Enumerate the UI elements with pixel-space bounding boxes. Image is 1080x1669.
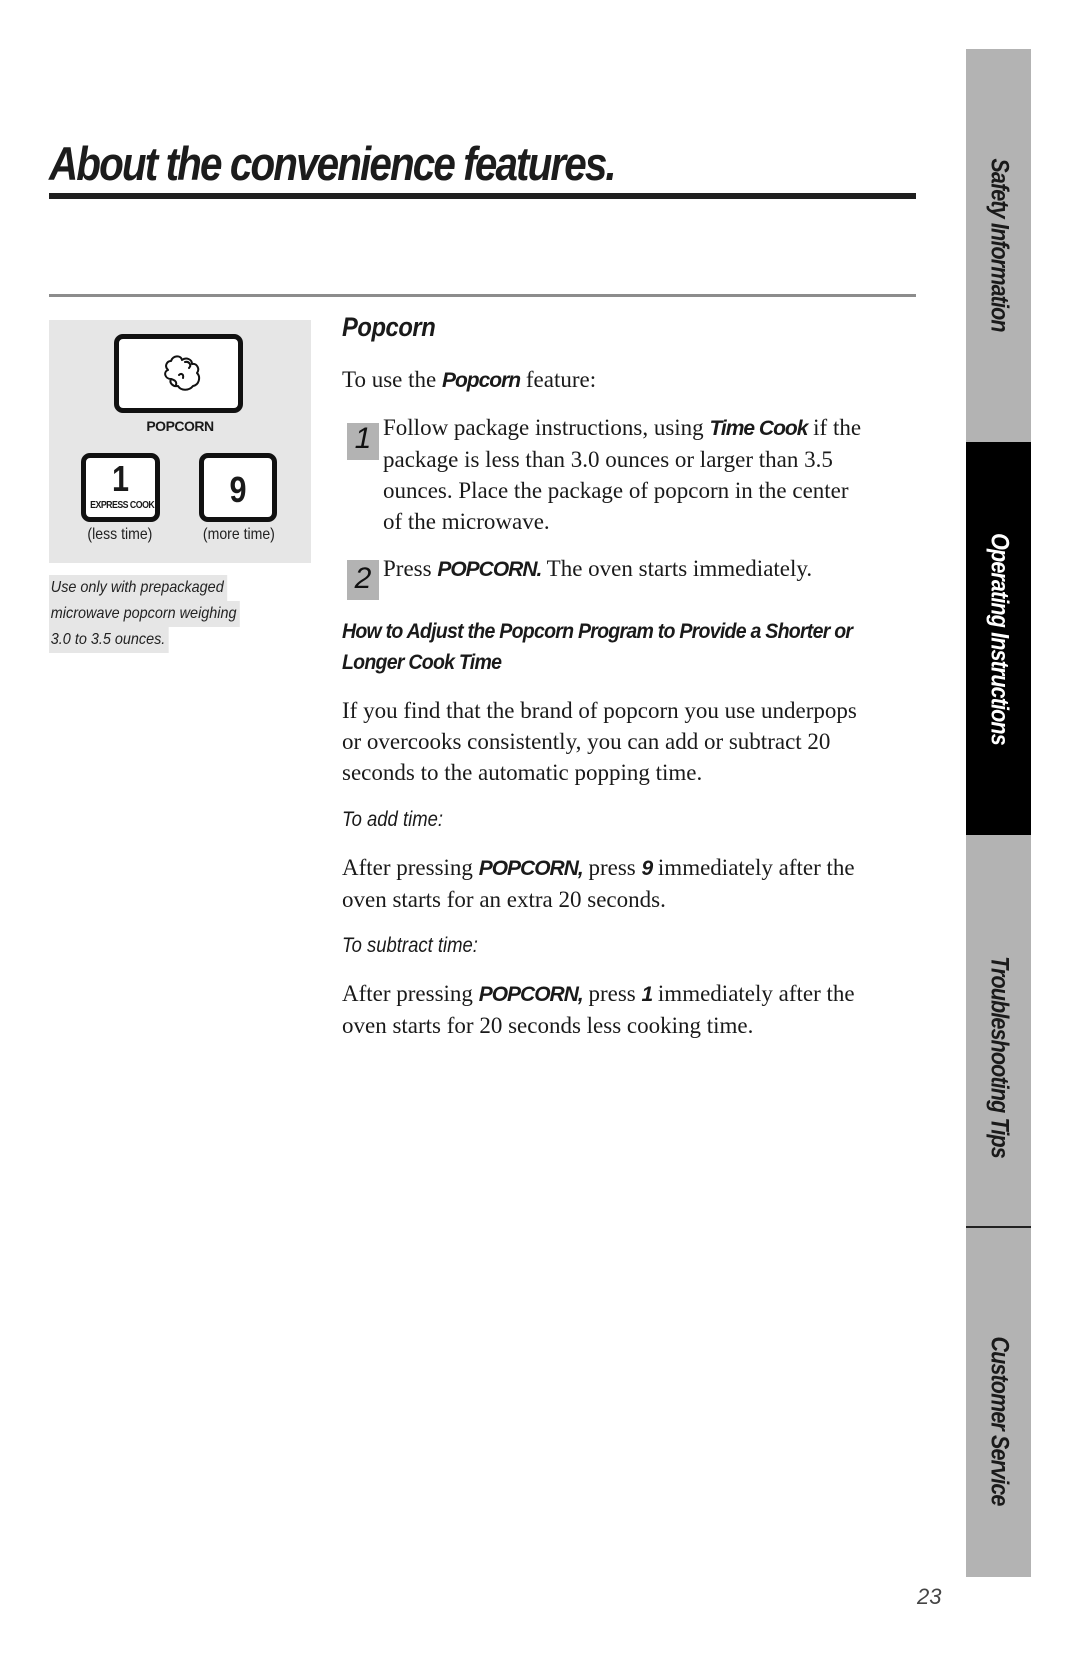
- popcorn-key-label: POPCORN: [146, 418, 214, 434]
- text-run: if the: [807, 415, 862, 440]
- intro-after: feature:: [520, 367, 597, 392]
- section-heading: Popcorn: [342, 312, 436, 342]
- text-run: immediately after the: [652, 981, 855, 1006]
- step-1-line: ounces. Place the package of popcorn in …: [383, 478, 849, 503]
- intro-text: To use the Popcorn feature:: [342, 364, 596, 396]
- text-run: immediately after the: [652, 855, 855, 880]
- tab-label-text: Safety Information: [985, 158, 1013, 332]
- add-time-paragraph: After pressing POPCORN, press 9 immediat…: [342, 852, 855, 915]
- text-run: After pressing: [342, 981, 479, 1006]
- step-1-line: Follow package instructions, using Time …: [383, 412, 861, 444]
- tab-label: Operating Instructions: [984, 515, 1013, 761]
- step-1-badge: 1: [347, 422, 379, 460]
- tab-label: Safety Information: [984, 144, 1013, 345]
- popcorn-emphasis: POPCORN,: [478, 857, 584, 880]
- tab-operating-instructions[interactable]: Operating Instructions: [966, 442, 1031, 835]
- key-9-number: 9: [229, 469, 247, 510]
- page-number: 23: [917, 1584, 942, 1609]
- key-9: 9: [199, 453, 277, 522]
- text-run: After pressing: [342, 855, 479, 880]
- tab-label: Customer Service: [984, 1323, 1013, 1520]
- key-emphasis: 9: [641, 857, 653, 880]
- popcorn-emphasis: POPCORN.: [437, 558, 542, 581]
- note-line: microwave popcorn weighing: [49, 601, 241, 627]
- text-run: press: [582, 855, 642, 880]
- step-1-line: of the microwave.: [383, 509, 550, 534]
- tab-label-text: Troubleshooting Tips: [985, 956, 1013, 1158]
- step-2-number: 2: [354, 562, 372, 595]
- adjust-heading: How to Adjust the Popcorn Program to Pro…: [342, 616, 853, 678]
- popcorn-key: [114, 334, 243, 413]
- paragraph-line: oven starts for 20 seconds less cooking …: [342, 1013, 754, 1038]
- page-title: About the convenience features.: [49, 137, 617, 190]
- step-2-text: Press POPCORN. The oven starts immediate…: [383, 553, 812, 585]
- tab-label-text: Operating Instructions: [985, 532, 1013, 745]
- adjust-heading-line: How to Adjust the Popcorn Program to Pro…: [342, 620, 853, 643]
- step-1-number: 1: [354, 422, 372, 455]
- less-time-caption: (less time): [87, 526, 153, 543]
- paragraph-line: After pressing POPCORN, press 9 immediat…: [342, 852, 855, 884]
- tab-safety-information[interactable]: Safety Information: [966, 49, 1031, 442]
- tab-customer-service[interactable]: Customer Service: [966, 1228, 1031, 1577]
- subtract-time-paragraph: After pressing POPCORN, press 1 immediat…: [342, 978, 855, 1041]
- note-line: Use only with prepackaged: [49, 575, 228, 601]
- tab-label-text: Customer Service: [985, 1336, 1013, 1506]
- section-divider: [49, 294, 916, 297]
- note-line: 3.0 to 3.5 ounces.: [49, 627, 169, 653]
- section-tabs: Safety Information Operating Instruction…: [966, 49, 1031, 1577]
- weight-note: Use only with prepackaged microwave popc…: [49, 575, 294, 653]
- title-rule: [49, 193, 916, 199]
- tab-label: Troubleshooting Tips: [984, 940, 1013, 1175]
- intro-emphasis: Popcorn: [441, 369, 521, 392]
- paragraph-line: seconds to the automatic popping time.: [342, 760, 703, 785]
- adjust-paragraph: If you find that the brand of popcorn yo…: [342, 695, 857, 788]
- key-1-express-cook: 1 EXPRESS COOK: [81, 453, 160, 522]
- intro-before: To use the: [342, 367, 442, 392]
- step-1-text: Follow package instructions, using Time …: [383, 412, 861, 537]
- paragraph-line: If you find that the brand of popcorn yo…: [342, 698, 857, 723]
- adjust-heading-line: Longer Cook Time: [342, 651, 502, 674]
- popcorn-icon: [164, 355, 201, 391]
- text-run: The oven starts immediately.: [541, 556, 813, 581]
- time-cook-emphasis: Time Cook: [709, 417, 808, 440]
- text-run: Press: [383, 556, 438, 581]
- step-1-line: package is less than 3.0 ounces or large…: [383, 447, 833, 472]
- popcorn-emphasis: POPCORN,: [478, 983, 584, 1006]
- key-1-sublabel: EXPRESS COOK: [90, 500, 155, 511]
- key-illustration-panel: POPCORN 1 EXPRESS COOK 9 (less time) (mo…: [49, 320, 311, 563]
- tab-troubleshooting-tips[interactable]: Troubleshooting Tips: [966, 835, 1031, 1226]
- step-2-badge: 2: [347, 560, 379, 600]
- text-run: press: [582, 981, 642, 1006]
- key-emphasis: 1: [641, 983, 653, 1006]
- paragraph-line: or overcooks consistently, you can add o…: [342, 729, 831, 754]
- paragraph-line: oven starts for an extra 20 seconds.: [342, 887, 666, 912]
- add-time-label: To add time:: [342, 808, 444, 831]
- subtract-time-label: To subtract time:: [342, 934, 478, 957]
- key-1-number: 1: [111, 458, 130, 499]
- paragraph-line: After pressing POPCORN, press 1 immediat…: [342, 978, 855, 1010]
- more-time-caption: (more time): [202, 526, 275, 543]
- text-run: Follow package instructions, using: [383, 415, 710, 440]
